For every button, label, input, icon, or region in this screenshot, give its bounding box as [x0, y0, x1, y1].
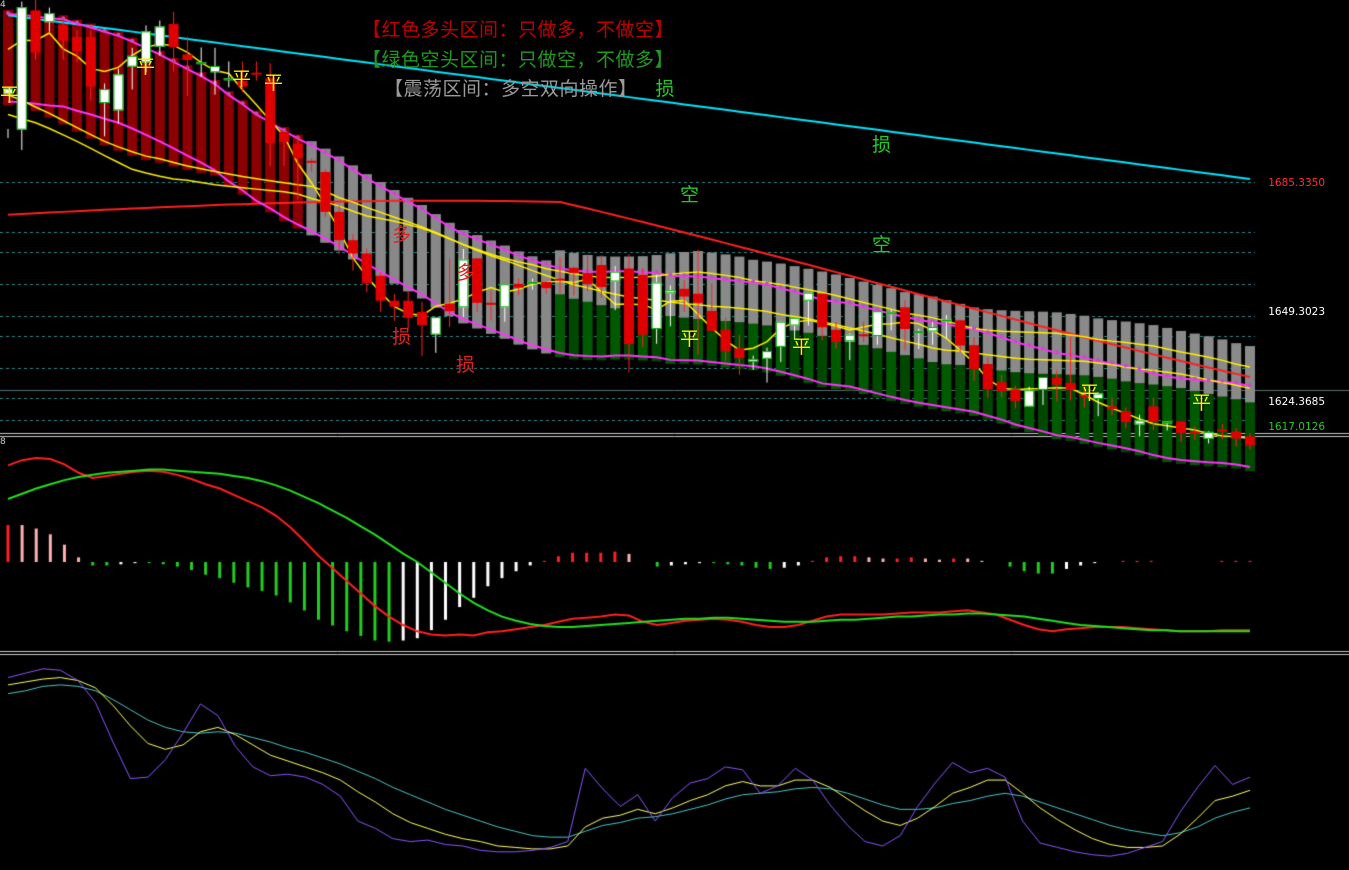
signal-marker: 空: [872, 234, 892, 256]
macd-corner-label: 8: [0, 437, 6, 447]
legend-range-suffix: 损: [655, 78, 676, 100]
signal-marker: 多: [456, 262, 476, 284]
price-label-3: 1624.3685: [1268, 396, 1325, 408]
signal-marker: 损: [456, 354, 476, 376]
price-label-4: 1617.0126: [1268, 421, 1325, 433]
signal-marker: 平: [792, 336, 812, 358]
signal-marker: 平: [232, 68, 252, 90]
signal-marker: 平: [1080, 382, 1100, 404]
signal-marker: 空: [680, 184, 700, 206]
signal-marker: 损: [872, 134, 892, 156]
signal-marker: 平: [680, 328, 700, 350]
legend-range-text: 【震荡区间：多空双向操作】: [384, 78, 638, 100]
signal-marker: 多: [392, 224, 412, 246]
main-corner-label: 4: [0, 0, 6, 10]
chart-canvas: [0, 0, 1349, 870]
signal-marker: 平: [264, 72, 284, 94]
price-label-1: 1685.3350: [1268, 177, 1325, 189]
signal-marker: 平: [0, 84, 20, 106]
signal-marker: 平: [1192, 392, 1212, 414]
legend-bear: 【绿色空头区间：只做空，不做多】: [362, 49, 675, 71]
signal-marker: 平: [136, 56, 156, 78]
price-label-2: 1649.3023: [1268, 306, 1325, 318]
legend-bull: 【红色多头区间：只做多，不做空】: [362, 19, 675, 41]
signal-marker: 损: [392, 326, 412, 348]
legend-range: 【震荡区间：多空双向操作】损: [384, 74, 675, 101]
